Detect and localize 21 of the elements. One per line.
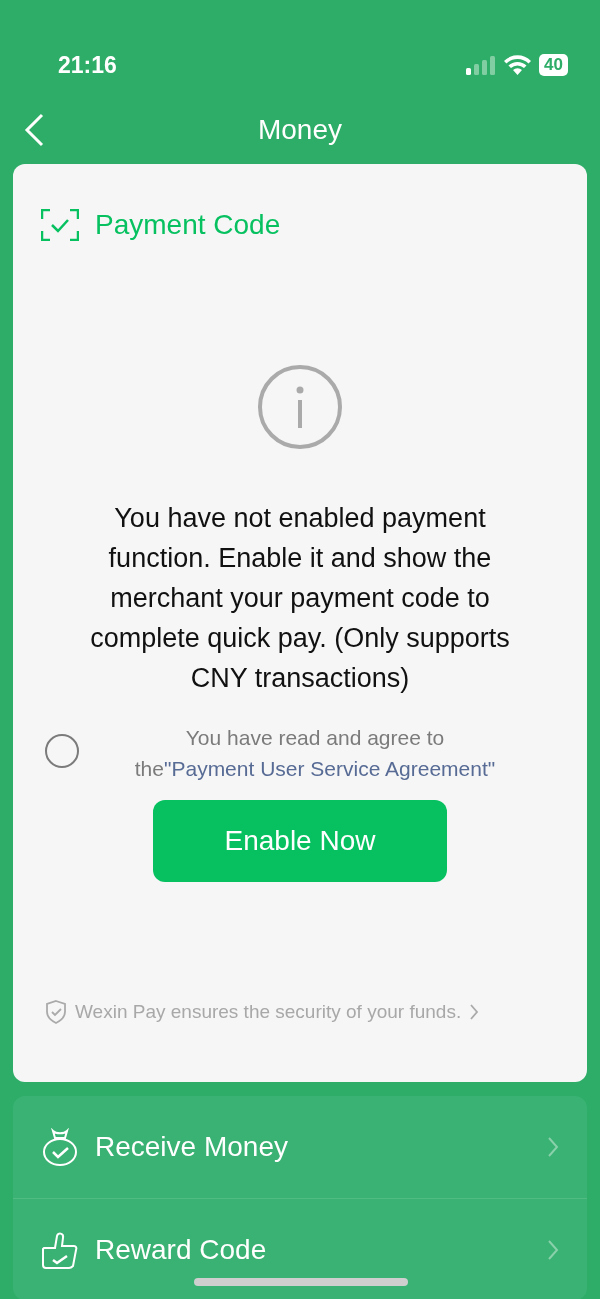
info-message: You have not enabled payment function. Enable it and show the merchant your payment code to complete quick pay. (Only supports CNY transactions): [89, 502, 511, 695]
wifi-icon: [504, 55, 532, 75]
chevron-icon: [547, 1136, 559, 1158]
enable-button[interactable]: Enable Now: [153, 800, 447, 882]
chevron-icon: [469, 1002, 480, 1021]
signal-icon: [466, 55, 497, 75]
agreement-text: You have read and agree to the"Payment User Service Agreement": [133, 725, 497, 782]
agreement-link[interactable]: "Payment User Service Agreement": [164, 757, 496, 780]
agree-checkbox[interactable]: [45, 734, 79, 768]
money-bag-icon: [41, 1128, 79, 1166]
security-link[interactable]: Wexin Pay ensures the security of your funds.: [45, 997, 559, 1034]
battery-indicator: 40: [539, 54, 568, 76]
clock-time: 21:16: [58, 50, 117, 80]
chevron-icon: [547, 1238, 559, 1261]
menu-item[interactable]: Receive Money: [13, 1096, 587, 1198]
page-title: Money: [257, 113, 342, 147]
card-title: Payment Code: [95, 208, 281, 242]
scan-check-icon: [41, 209, 79, 241]
shield-icon: [45, 999, 67, 1024]
back-button[interactable]: [22, 112, 46, 148]
info-icon: [257, 364, 343, 450]
